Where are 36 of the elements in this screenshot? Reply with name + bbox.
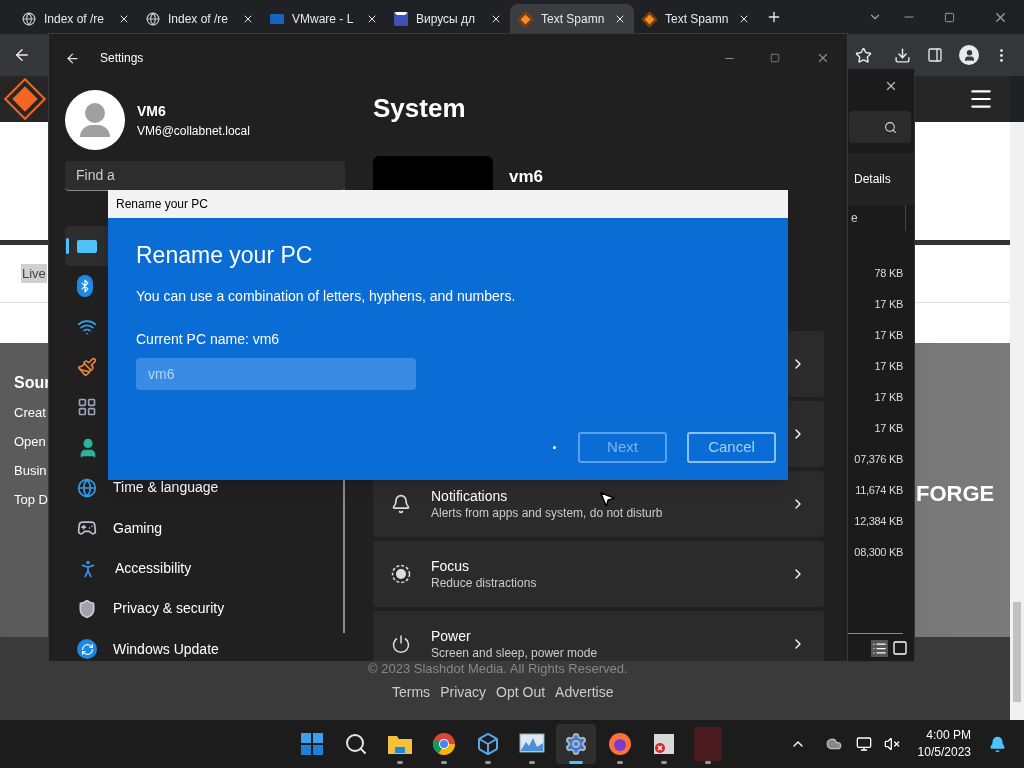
- file-size: 78 KB: [874, 266, 903, 281]
- file-size: 17 KB: [874, 421, 903, 436]
- tab-title: Text Spamn: [665, 11, 730, 28]
- page-title: System: [373, 92, 467, 125]
- brand-text: FORGE: [916, 480, 995, 508]
- column-header: e: [851, 210, 858, 227]
- dialog-title: Rename your PC: [116, 196, 209, 213]
- tab-title: Index of /re: [168, 11, 230, 28]
- tab-title: Вирусы дл: [416, 11, 477, 28]
- tab-title: Text Spamn: [541, 11, 606, 28]
- card-subtitle: Reduce distractions: [431, 574, 537, 592]
- card-subtitle: Screen and sleep, power mode: [431, 644, 598, 661]
- user-name: VM6: [137, 101, 167, 121]
- file-size: 07,376 KB: [854, 452, 903, 467]
- file-size: 17 KB: [874, 297, 903, 312]
- footer-heading: Sour: [14, 373, 51, 393]
- card-subtitle: Alerts from apps and system, do not disturb: [431, 504, 663, 522]
- tab-title: Index of /re: [44, 11, 106, 28]
- file-size: 08,300 KB: [854, 545, 903, 560]
- card-title: Notifications: [431, 486, 508, 505]
- copyright-text: © 2023 Slashdot Media. All Rights Reserved.: [368, 662, 628, 676]
- window-title: Settings: [100, 50, 144, 67]
- card-title: Power: [431, 626, 471, 645]
- file-size: 12,384 KB: [854, 514, 903, 529]
- dialog-heading: Rename your PC: [136, 241, 314, 270]
- card-title: Focus: [431, 556, 470, 575]
- file-size: 11,674 KB: [855, 483, 903, 498]
- user-email: VM6@collabnet.local: [137, 122, 250, 140]
- tab-title: VMware - L: [292, 11, 355, 28]
- file-size: 17 KB: [874, 359, 903, 374]
- live-label: Live: [21, 263, 47, 284]
- file-size: 17 KB: [874, 390, 903, 405]
- dialog-description: You can use a combination of letters, hyphens, and numbers.: [136, 287, 517, 306]
- field-label: Current PC name: vm6: [136, 330, 281, 349]
- device-name: vm6: [509, 166, 544, 188]
- file-size: 17 KB: [874, 328, 903, 343]
